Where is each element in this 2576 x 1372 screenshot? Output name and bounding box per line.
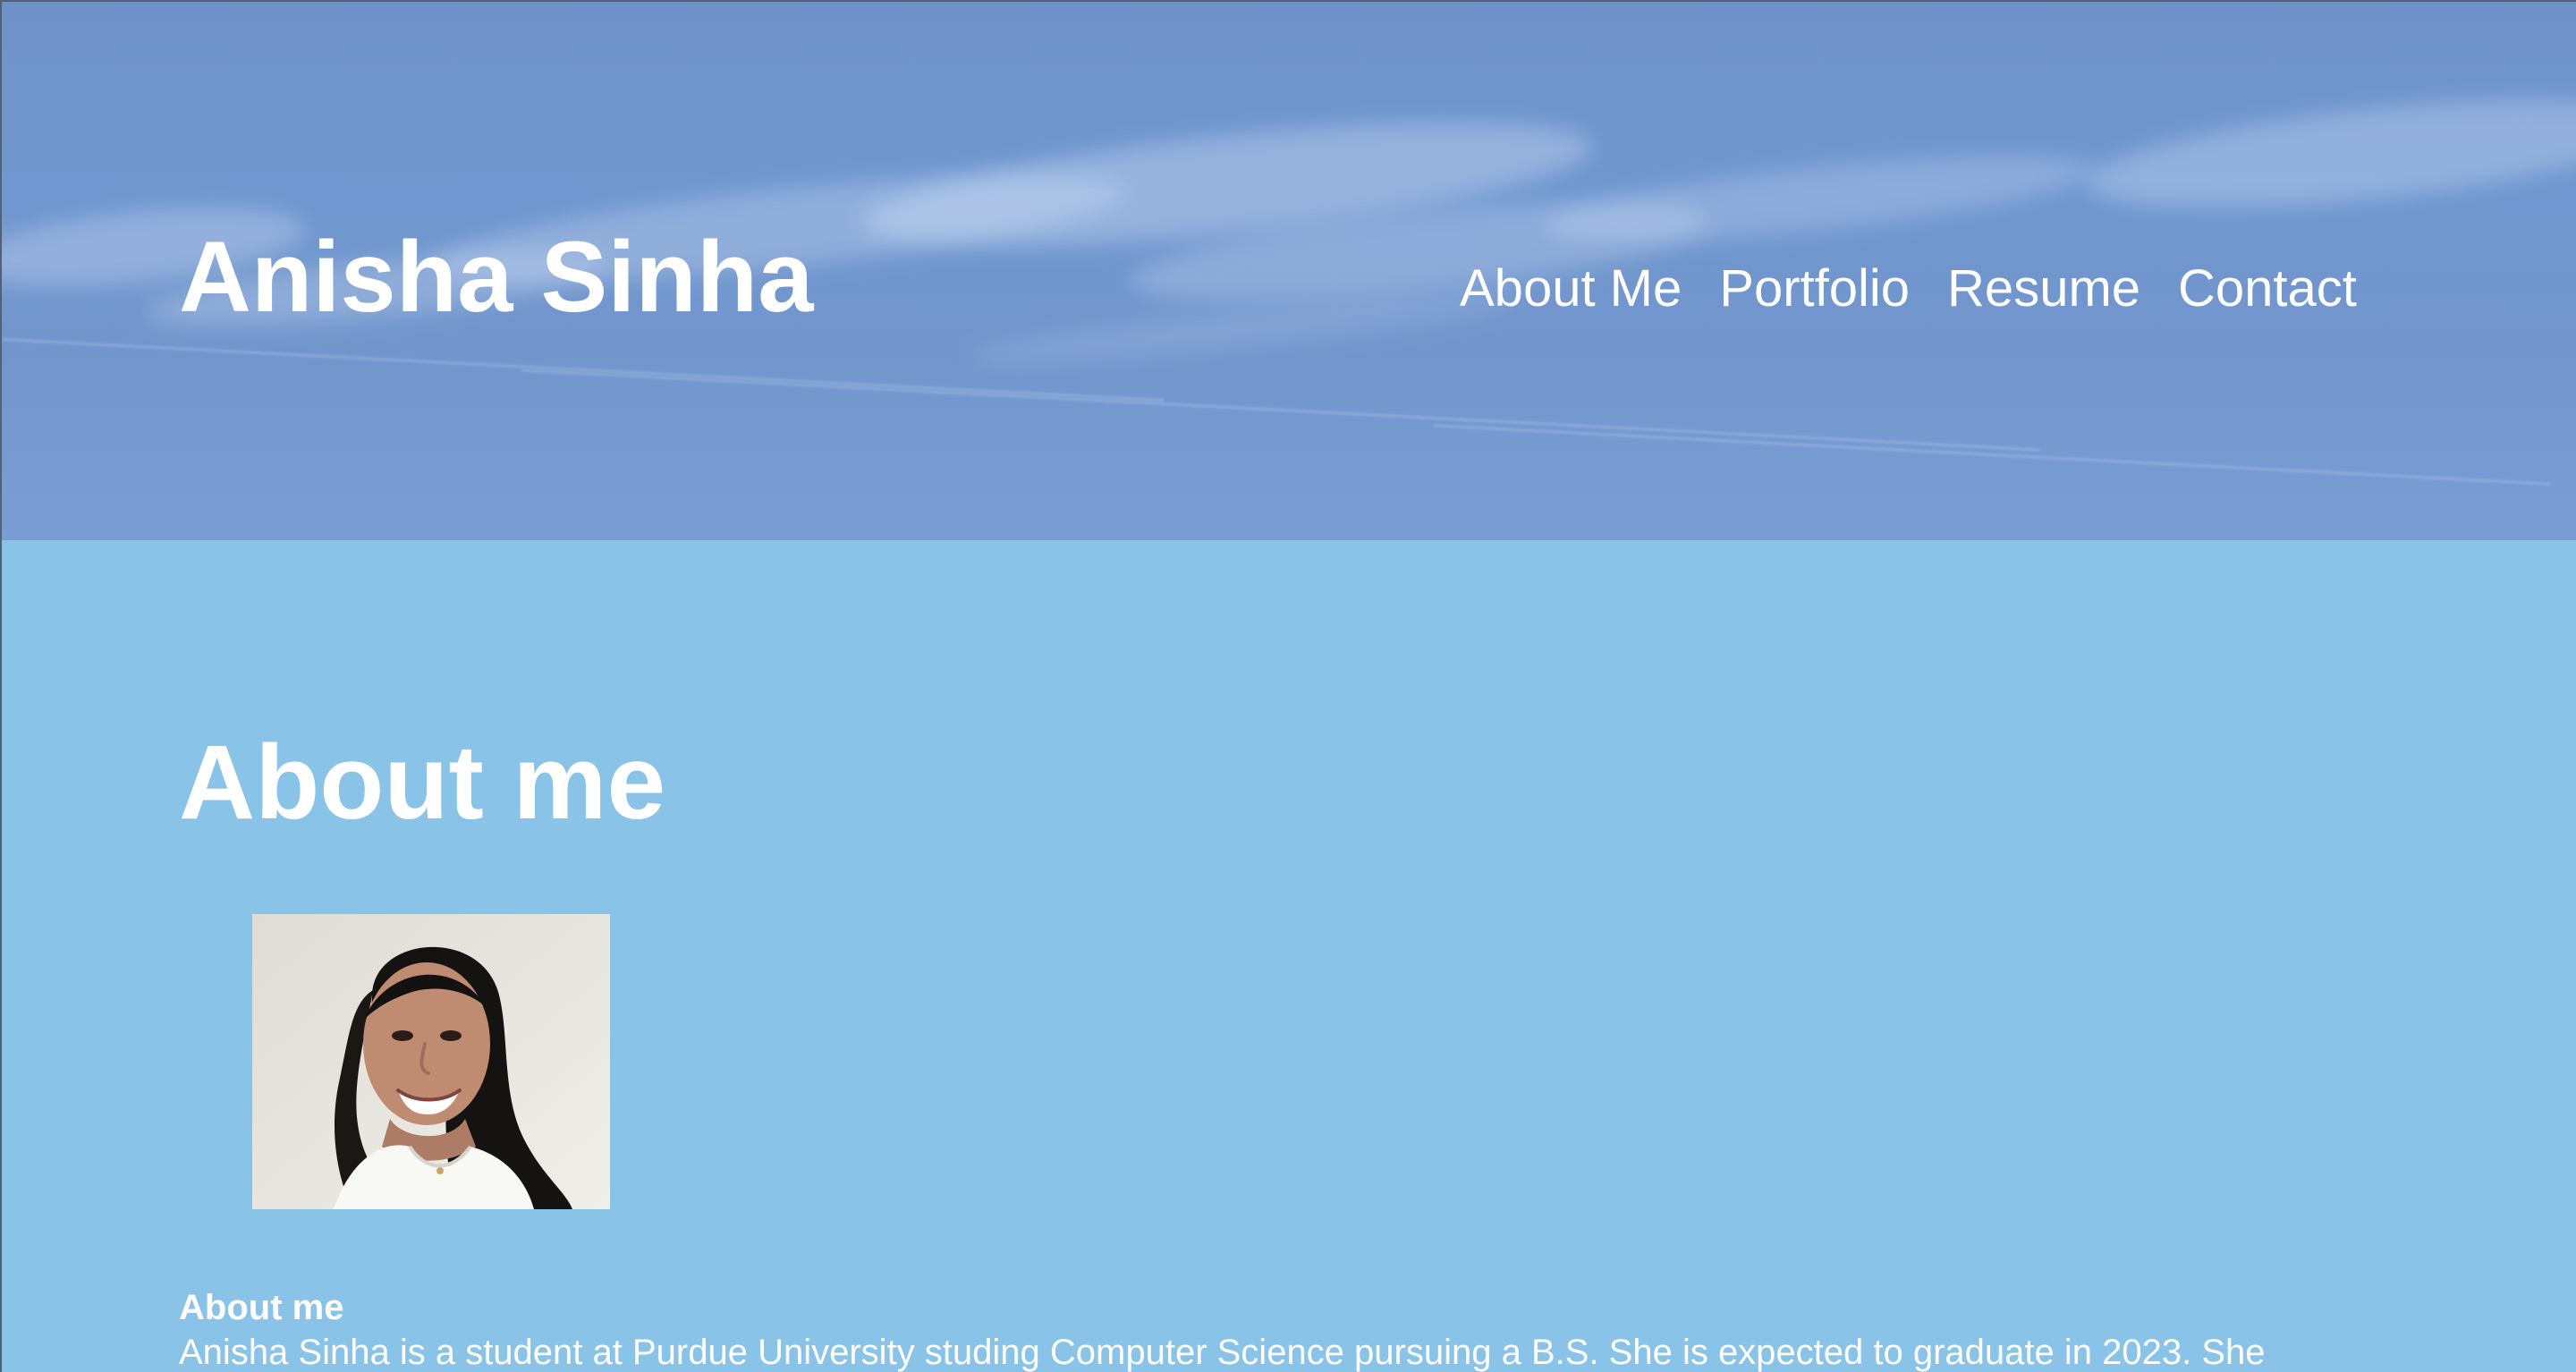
cloud-wisp bbox=[2082, 79, 2576, 229]
nav-resume-link[interactable]: Resume bbox=[1947, 263, 2140, 315]
profile-photo-illustration bbox=[252, 914, 610, 1209]
sky-streak bbox=[1433, 424, 2551, 486]
hero-header: Anisha Sinha About Me Portfolio Resume C… bbox=[2, 2, 2576, 540]
nav-portfolio-link[interactable]: Portfolio bbox=[1719, 263, 1910, 315]
nav-about-me-link[interactable]: About Me bbox=[1460, 263, 1682, 315]
about-section: About me About me Anisha Sinha is a stud… bbox=[2, 540, 2576, 1372]
main-navigation: About Me Portfolio Resume Contact bbox=[1460, 263, 2357, 315]
section-title: About me bbox=[179, 724, 666, 842]
sky-streak bbox=[521, 368, 2040, 452]
bio-text: Anisha Sinha is a student at Purdue Univ… bbox=[179, 1333, 2266, 1372]
nav-contact-link[interactable]: Contact bbox=[2178, 263, 2357, 315]
cloud-wisp bbox=[1538, 138, 2097, 259]
profile-photo bbox=[252, 914, 610, 1209]
site-title: Anisha Sinha bbox=[179, 221, 814, 333]
portfolio-page: Anisha Sinha About Me Portfolio Resume C… bbox=[0, 0, 2576, 1372]
bio-heading: About me bbox=[179, 1288, 344, 1327]
